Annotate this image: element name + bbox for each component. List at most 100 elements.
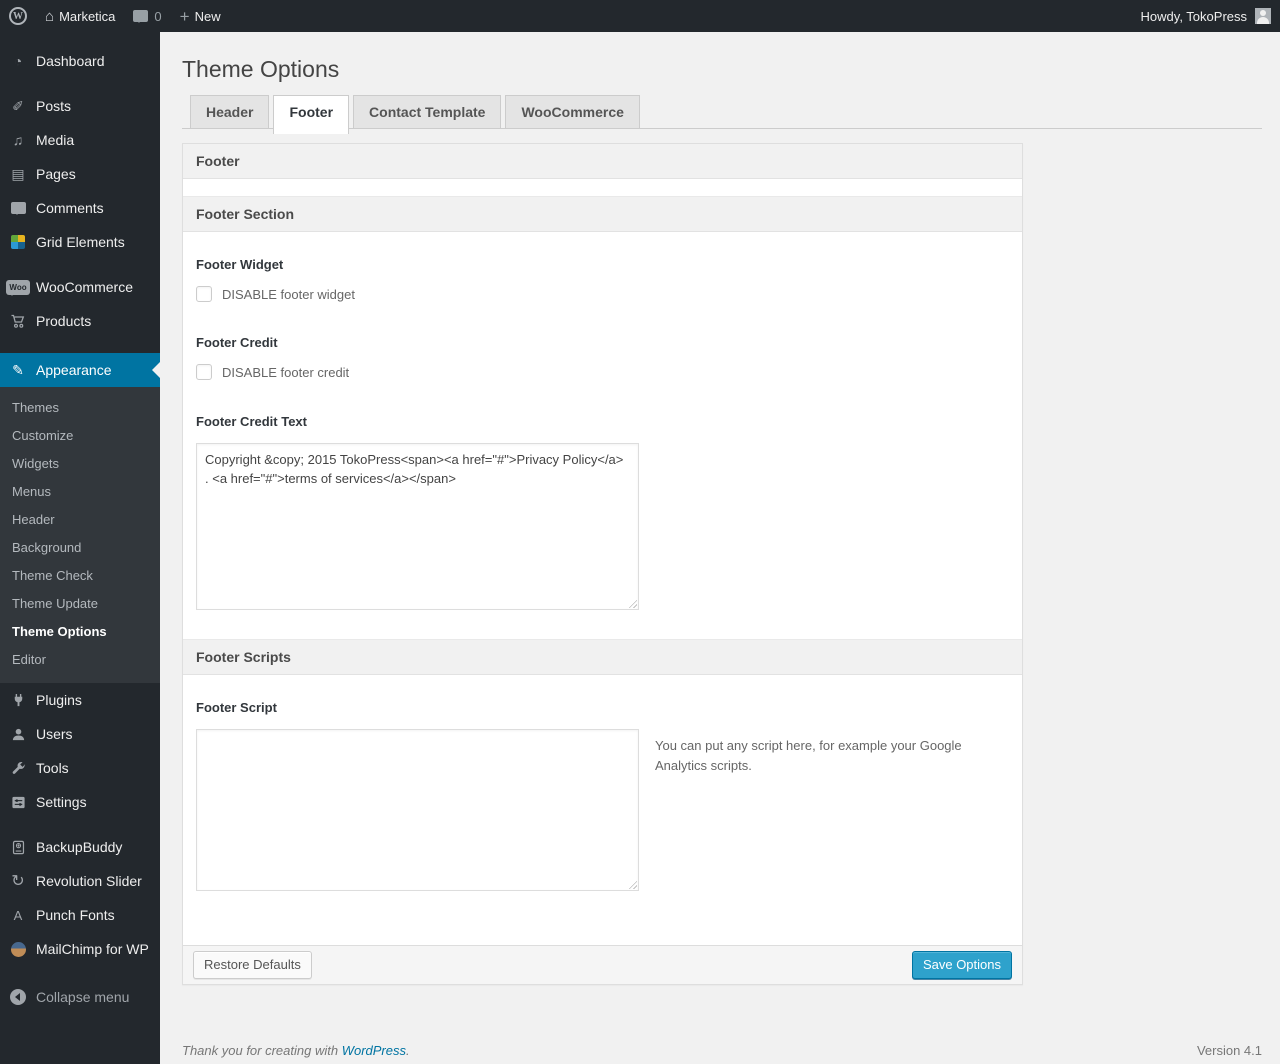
admin-bar-right: Howdy, TokoPress xyxy=(1132,0,1280,32)
footer-credit-checkbox-label: DISABLE footer credit xyxy=(222,364,350,380)
site-name-label: Marketica xyxy=(59,8,116,24)
sidebar-item-users[interactable]: Users xyxy=(0,717,160,751)
tab-woocommerce[interactable]: WooCommerce xyxy=(505,95,640,128)
tab-header[interactable]: Header xyxy=(190,95,270,128)
sidebar-item-mailchimp[interactable]: MailChimp for WP xyxy=(0,932,160,966)
submenu-item-menus[interactable]: Menus xyxy=(0,478,160,506)
footer-scripts-body: Footer Script You can put any script her… xyxy=(183,700,1022,945)
footer-credit-text-label: Footer Credit Text xyxy=(196,414,307,429)
footer-credit-checkbox-row: DISABLE footer credit xyxy=(196,364,1009,380)
wordpress-link[interactable]: WordPress xyxy=(342,1043,406,1058)
section-header-footer-section: Footer Section xyxy=(183,196,1022,232)
footer-script-textarea[interactable] xyxy=(196,729,639,891)
submenu-item-background[interactable]: Background xyxy=(0,534,160,562)
main-content: Theme Options Header Footer Contact Temp… xyxy=(160,0,1280,1058)
admin-bar-account[interactable]: Howdy, TokoPress xyxy=(1132,0,1280,32)
footer-script-label: Footer Script xyxy=(196,700,277,715)
footer-widget-checkbox-label: DISABLE footer widget xyxy=(222,286,355,302)
save-options-button[interactable]: Save Options xyxy=(911,951,1012,979)
footer-section-body: Footer Widget DISABLE footer widget Foot… xyxy=(183,257,1022,639)
sidebar-item-tools[interactable]: Tools xyxy=(0,751,160,785)
submenu-item-editor[interactable]: Editor xyxy=(0,646,160,674)
sidebar-item-posts[interactable]: ✐ Posts xyxy=(0,89,160,123)
comment-count: 0 xyxy=(154,8,162,24)
tab-contact-template[interactable]: Contact Template xyxy=(353,95,502,128)
sidebar-item-settings[interactable]: Settings xyxy=(0,785,160,819)
admin-menu: ◔ Dashboard ✐ Posts ♫ Media ▤ Pages Comm… xyxy=(0,32,160,1064)
footer-widget-checkbox[interactable] xyxy=(196,286,212,302)
mailchimp-monkey-icon xyxy=(8,941,28,957)
wordpress-logo-icon: W xyxy=(9,7,27,25)
sidebar-item-grid-elements[interactable]: Grid Elements xyxy=(0,225,160,259)
settings-sliders-icon xyxy=(8,795,28,810)
site-name-link[interactable]: ⌂ Marketica xyxy=(36,0,124,32)
menu-separator xyxy=(0,78,160,89)
plus-icon: + xyxy=(179,6,190,26)
admin-bar-comments[interactable]: 0 xyxy=(124,0,170,32)
submenu-item-widgets[interactable]: Widgets xyxy=(0,450,160,478)
admin-bar-left: W ⌂ Marketica 0 + New xyxy=(0,0,230,32)
page-title: Theme Options xyxy=(182,56,340,82)
pages-icon: ▤ xyxy=(11,165,25,182)
woocommerce-icon: Woo xyxy=(6,279,30,296)
posts-icon: ✐ xyxy=(12,97,24,114)
version-label: Version 4.1 xyxy=(1196,1043,1262,1058)
sidebar-item-plugins[interactable]: Plugins xyxy=(0,683,160,717)
submenu-item-theme-options[interactable]: Theme Options xyxy=(0,618,160,646)
plugin-icon xyxy=(8,693,28,708)
sidebar-item-comments[interactable]: Comments xyxy=(0,191,160,225)
new-label: New xyxy=(194,8,221,24)
submenu-item-header[interactable]: Header xyxy=(0,506,160,534)
section-header-footer-scripts: Footer Scripts xyxy=(183,639,1022,675)
wordpress-logo-button[interactable]: W xyxy=(0,0,36,32)
footer-credit-checkbox[interactable] xyxy=(196,364,212,380)
restore-defaults-button[interactable]: Restore Defaults xyxy=(193,951,312,979)
submenu-item-themes[interactable]: Themes xyxy=(0,394,160,422)
menu-separator xyxy=(0,819,160,830)
appearance-submenu: Themes Customize Widgets Menus Header Ba… xyxy=(0,387,160,683)
submenu-item-customize[interactable]: Customize xyxy=(0,422,160,450)
sidebar-item-pages[interactable]: ▤ Pages xyxy=(0,157,160,191)
page-footer: Thank you for creating with WordPress. V… xyxy=(182,1043,1262,1058)
menu-separator xyxy=(0,259,160,270)
submenu-item-theme-check[interactable]: Theme Check xyxy=(0,562,160,590)
panel-spacer xyxy=(183,179,1022,196)
footer-credit-textarea-wrap: Copyright &copy; 2015 TokoPress<span><a … xyxy=(196,443,639,610)
collapse-menu-button[interactable]: Collapse menu xyxy=(0,980,160,1014)
tab-bar: Header Footer Contact Template WooCommer… xyxy=(182,95,1262,134)
theme-options-panel: Footer Footer Section Footer Widget DISA… xyxy=(182,143,1023,985)
sidebar-item-backupbuddy[interactable]: BackupBuddy xyxy=(0,830,160,864)
footer-credit-label: Footer Credit xyxy=(196,335,278,350)
footer-script-help-text: You can put any script here, for example… xyxy=(655,738,962,774)
footer-credit-textarea[interactable]: Copyright &copy; 2015 TokoPress<span><a … xyxy=(196,443,639,610)
sidebar-item-products[interactable]: Products xyxy=(0,304,160,338)
dashboard-icon: ◔ xyxy=(13,53,23,69)
sidebar-item-media[interactable]: ♫ Media xyxy=(0,123,160,157)
refresh-icon: ↻ xyxy=(11,873,25,890)
backup-drive-icon xyxy=(8,840,28,855)
howdy-label: Howdy, TokoPress xyxy=(1140,8,1247,24)
admin-bar: W ⌂ Marketica 0 + New Howdy, TokoPress xyxy=(0,0,1280,32)
sidebar-item-punch-fonts[interactable]: A Punch Fonts xyxy=(0,898,160,932)
grid-elements-icon xyxy=(8,235,28,249)
letter-a-icon: A xyxy=(13,907,23,923)
sidebar-item-dashboard[interactable]: ◔ Dashboard xyxy=(0,44,160,78)
footer-widget-checkbox-row: DISABLE footer widget xyxy=(196,286,1009,302)
tab-footer[interactable]: Footer xyxy=(273,95,350,134)
footer-widget-label: Footer Widget xyxy=(196,257,284,272)
appearance-brush-icon: ✎ xyxy=(12,361,24,378)
collapse-arrow-icon xyxy=(8,989,28,1005)
cart-icon xyxy=(8,314,28,329)
home-icon: ⌂ xyxy=(45,7,55,25)
avatar xyxy=(1255,8,1271,24)
media-icon: ♫ xyxy=(12,132,24,148)
menu-separator xyxy=(0,338,160,353)
sidebar-item-revolution-slider[interactable]: ↻ Revolution Slider xyxy=(0,864,160,898)
footer-script-row: You can put any script here, for example… xyxy=(196,716,1009,891)
comment-icon xyxy=(133,10,149,23)
submenu-item-theme-update[interactable]: Theme Update xyxy=(0,590,160,618)
user-icon xyxy=(8,727,28,742)
sidebar-item-appearance[interactable]: ✎ Appearance xyxy=(0,353,160,387)
admin-bar-new[interactable]: + New xyxy=(171,0,230,32)
sidebar-item-woocommerce[interactable]: Woo WooCommerce xyxy=(0,270,160,304)
